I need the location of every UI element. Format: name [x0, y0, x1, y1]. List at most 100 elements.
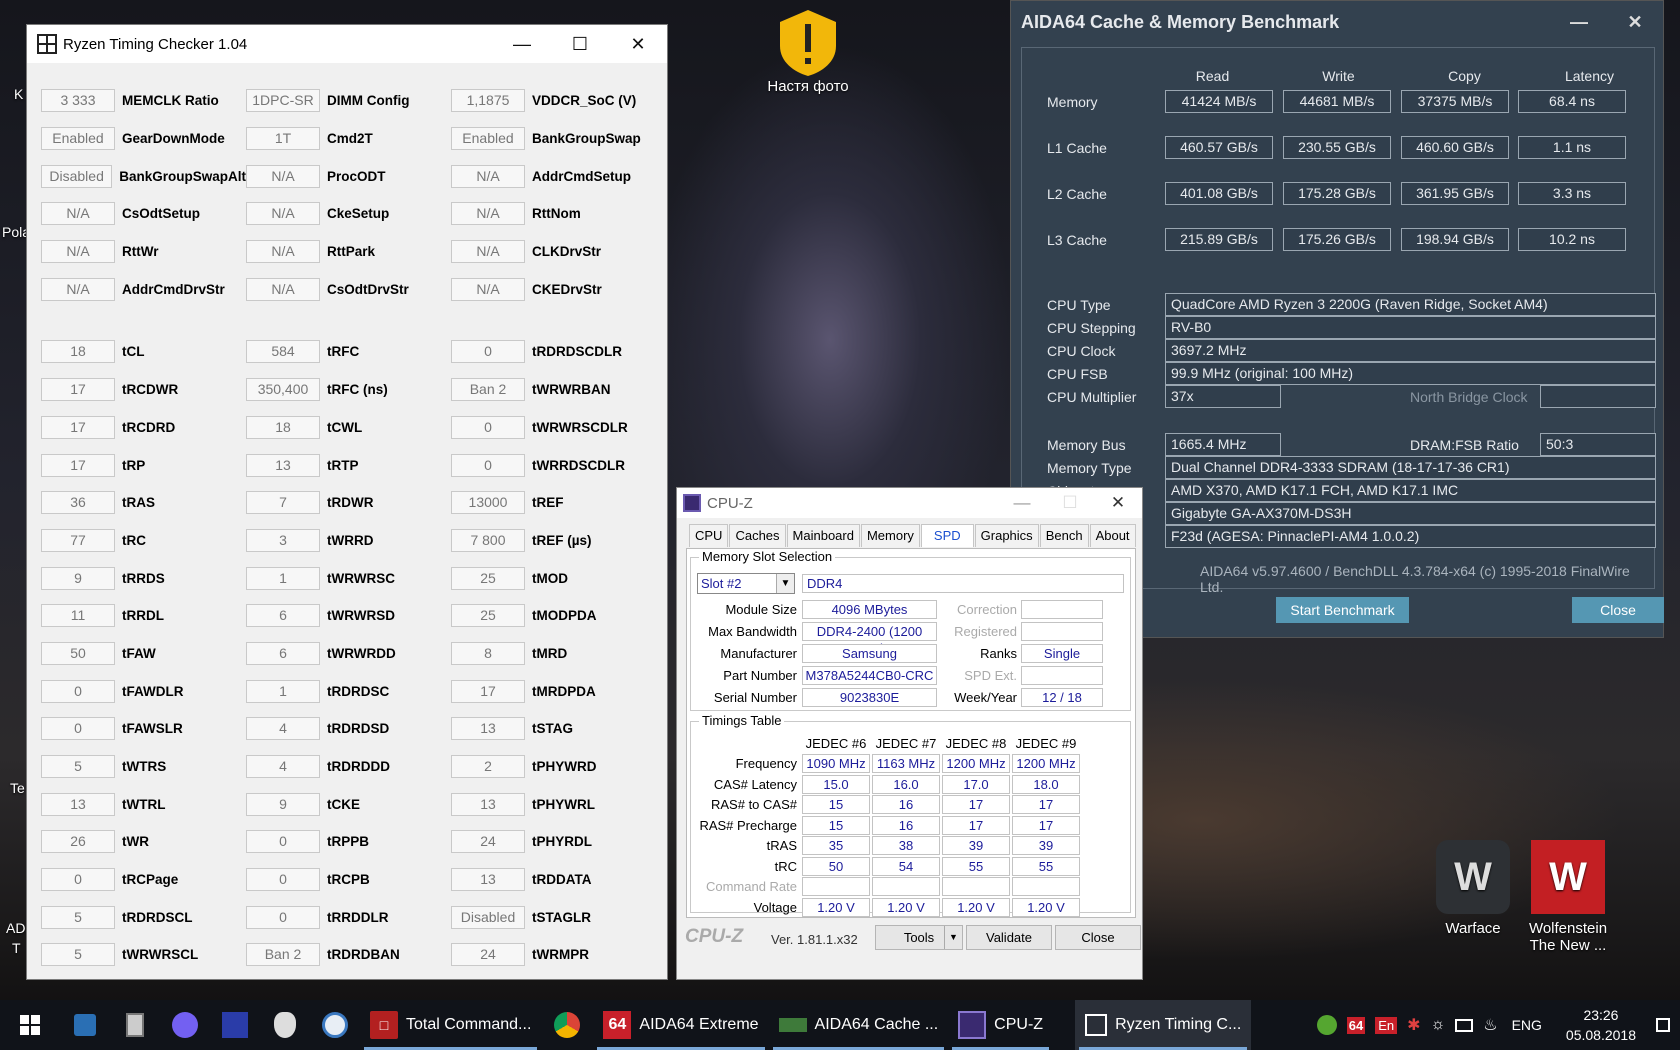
- notification-icon[interactable]: [1656, 1018, 1670, 1032]
- close-button[interactable]: Close: [1572, 597, 1664, 623]
- slot-select[interactable]: Slot #2 ▼: [697, 573, 795, 594]
- aida64-tray-icon[interactable]: 64: [1346, 1016, 1366, 1034]
- tab-memory[interactable]: Memory: [860, 524, 920, 547]
- info-app-icon[interactable]: [310, 1000, 360, 1050]
- close-icon[interactable]: ✕: [1607, 3, 1663, 41]
- label-cpu-multiplier: CPU Multiplier: [1047, 389, 1137, 405]
- timing-cell: 11 tRRDL: [41, 604, 246, 628]
- cluster-tray-icon[interactable]: ✱: [1407, 1015, 1420, 1035]
- minimize-icon[interactable]: —: [1551, 3, 1607, 41]
- timing-value-field: 9: [246, 792, 320, 816]
- timing-cell: N/A CLKDrvStr: [451, 240, 656, 264]
- title-bar[interactable]: CPU-Z — ☐ ✕: [677, 488, 1142, 518]
- start-benchmark-button[interactable]: Start Benchmark: [1276, 597, 1409, 623]
- window-title: CPU-Z: [707, 494, 753, 512]
- tab-graphics[interactable]: Graphics: [974, 524, 1039, 547]
- timing-label: tRFC: [327, 344, 360, 360]
- title-bar[interactable]: Ryzen Timing Checker 1.04 — ☐ ✕: [27, 25, 667, 63]
- language-indicator[interactable]: ENG: [1512, 1017, 1542, 1033]
- timing-value-field: N/A: [451, 164, 525, 188]
- tab-caches[interactable]: Caches: [729, 524, 786, 547]
- timing-value-field: 77: [41, 528, 115, 552]
- network-icon[interactable]: [1455, 1018, 1474, 1032]
- xmrig-icon[interactable]: [210, 1000, 260, 1050]
- minimize-icon[interactable]: —: [998, 488, 1046, 518]
- taskbar-app-aida64-cache[interactable]: AIDA64 Cache ...: [769, 1000, 949, 1050]
- utorrent-icon[interactable]: [1316, 1015, 1337, 1035]
- floppy-disk-icon: □: [370, 1011, 398, 1039]
- bench-row-label: Memory: [1047, 94, 1098, 110]
- timing-value-field: 5: [41, 905, 115, 929]
- ranks-value: Single: [1021, 644, 1103, 663]
- taskbar-app-ryzen-timing-checker[interactable]: Ryzen Timing C...: [1075, 1000, 1252, 1050]
- chrome-icon[interactable]: [541, 1000, 593, 1050]
- taskbar-app-label: CPU-Z: [994, 1016, 1044, 1033]
- maximize-icon[interactable]: ☐: [1046, 488, 1094, 518]
- close-icon[interactable]: ✕: [609, 25, 667, 63]
- tab-spd[interactable]: SPD: [920, 524, 974, 547]
- timing-label: tWRWRDD: [327, 645, 396, 661]
- bench-value: 215.89 GB/s: [1165, 228, 1273, 251]
- start-button[interactable]: [0, 1000, 60, 1050]
- timing-label: tFAW: [122, 645, 156, 661]
- pinned-app-icon[interactable]: [60, 1000, 110, 1050]
- timing-value: [942, 877, 1010, 896]
- timing-cell: 8 tMRD: [451, 641, 656, 665]
- cpu-stepping-value: RV-B0: [1165, 316, 1656, 339]
- timing-cell: 4 tRDRDDD: [246, 755, 451, 779]
- taskbar-app-total-commander[interactable]: □ Total Command...: [360, 1000, 541, 1050]
- viber-icon[interactable]: [160, 1000, 210, 1050]
- tab-bench[interactable]: Bench: [1039, 524, 1089, 547]
- volume-icon[interactable]: ♨: [1483, 1015, 1497, 1035]
- cpu-type-value: QuadCore AMD Ryzen 3 2200G (Raven Ridge,…: [1165, 293, 1656, 316]
- timing-value-field: 1: [246, 679, 320, 703]
- col-header-copy: Copy: [1448, 68, 1481, 84]
- close-button[interactable]: Close: [1055, 925, 1141, 950]
- bios-value: F23d (AGESA: PinnaclePI-AM4 1.0.0.2): [1165, 525, 1656, 548]
- timing-label: tCL: [122, 344, 145, 360]
- tools-button[interactable]: Tools ▼: [875, 925, 963, 950]
- keyboard-layout-indicator[interactable]: En: [1375, 1016, 1398, 1034]
- timing-value-field: N/A: [451, 277, 525, 301]
- desktop-icon-nastya-photo[interactable]: Настя фото: [758, 8, 858, 95]
- timing-label: tRDWR: [327, 495, 374, 511]
- desktop-icon-label: Wolfenstein The New ...: [1528, 920, 1608, 954]
- minimize-icon[interactable]: —: [493, 25, 551, 63]
- maximize-icon[interactable]: ☐: [551, 25, 609, 63]
- timing-cell: 77 tRC: [41, 528, 246, 552]
- taskbar-app-cpu-z[interactable]: CPU-Z: [948, 1000, 1053, 1050]
- app-icon: [37, 34, 57, 54]
- timing-row-label: tRAS: [766, 838, 797, 853]
- desktop-icon-wolfenstein[interactable]: W Wolfenstein The New ...: [1522, 840, 1614, 954]
- timing-cell: 3 tWRRD: [246, 528, 451, 552]
- bench-row-label: L1 Cache: [1047, 140, 1107, 156]
- label-cpu-type: CPU Type: [1047, 297, 1111, 313]
- taskbar-app-aida64-extreme[interactable]: 64 AIDA64 Extreme: [593, 1000, 768, 1050]
- tab-cpu[interactable]: CPU: [689, 524, 729, 547]
- desktop-icon-warface[interactable]: W Warface: [1428, 840, 1518, 937]
- timing-cell: Ban 2 tRDRDBAN: [246, 943, 451, 967]
- timing-cell: 2 tPHYWRD: [451, 755, 656, 779]
- title-bar[interactable]: AIDA64 Cache & Memory Benchmark — ✕: [1011, 1, 1663, 43]
- desktop-icon-label: Настя фото: [767, 78, 849, 95]
- timing-cell: N/A RttWr: [41, 240, 246, 264]
- col-header-read: Read: [1195, 68, 1230, 84]
- timing-cell: 25 tMODPDA: [451, 604, 656, 628]
- tab-about[interactable]: About: [1089, 524, 1136, 547]
- satellite-icon[interactable]: ☼: [1431, 1016, 1446, 1034]
- timing-row: 5 tWTRS 4 tRDRDDD 2 tPHYWRD: [41, 748, 656, 786]
- calculator-icon[interactable]: [110, 1000, 160, 1050]
- timing-label: tWRMPR: [532, 947, 589, 963]
- tab-mainboard[interactable]: Mainboard: [786, 524, 860, 547]
- timing-value-field: 1,1875: [451, 89, 525, 113]
- timing-label: BankGroupSwapAlt: [119, 168, 246, 184]
- jedec-header: JEDEC #7: [875, 736, 937, 751]
- timing-cell: N/A AddrCmdDrvStr: [41, 277, 246, 301]
- clock[interactable]: 23:26 05.08.2018: [1566, 1005, 1636, 1045]
- validate-button[interactable]: Validate: [966, 925, 1052, 950]
- mask-app-icon[interactable]: [260, 1000, 310, 1050]
- timing-row: 17 tRCDRD 18 tCWL 0 tWRWRSCDLR: [41, 409, 656, 447]
- timing-cell: 9 tCKE: [246, 792, 451, 816]
- close-icon[interactable]: ✕: [1094, 488, 1142, 518]
- timing-value: [872, 877, 940, 896]
